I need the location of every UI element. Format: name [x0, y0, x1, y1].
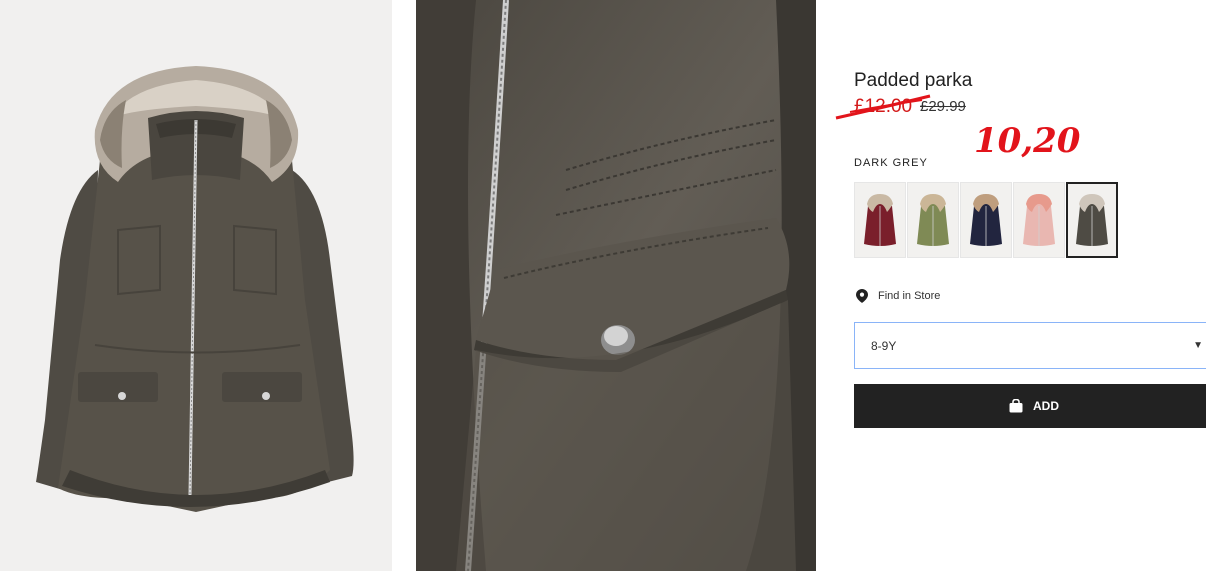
product-image-main[interactable] [0, 0, 392, 571]
color-swatch-light-pink[interactable] [1013, 182, 1065, 258]
color-swatches [854, 182, 1118, 258]
swatch-thumbnail [1076, 194, 1108, 246]
find-in-store-label: Find in Store [878, 290, 941, 302]
swatch-thumbnail [970, 194, 1002, 246]
size-select[interactable]: 8-9Y ▼ [854, 322, 1206, 369]
add-button-label: ADD [1033, 399, 1059, 413]
map-pin-icon [856, 289, 868, 303]
swatch-thumbnail [864, 194, 896, 246]
color-swatch-navy[interactable] [960, 182, 1012, 258]
color-swatch-khaki[interactable] [907, 182, 959, 258]
selected-color-name: DARK GREY [854, 157, 928, 169]
parka-detail-illustration [416, 0, 816, 571]
original-price: £29.99 [920, 98, 966, 115]
size-select-value: 8-9Y [871, 338, 897, 353]
product-title: Padded parka [854, 70, 973, 91]
chevron-down-icon: ▼ [1193, 340, 1203, 351]
color-swatch-burgundy[interactable] [854, 182, 906, 258]
add-to-bag-button[interactable]: ADD [854, 384, 1206, 428]
parka-front-illustration [36, 66, 354, 512]
sale-price: £12.00 [854, 96, 913, 117]
find-in-store-link[interactable]: Find in Store [856, 289, 940, 303]
swatch-thumbnail [917, 194, 949, 246]
product-image-detail[interactable] [416, 0, 816, 571]
product-page: Padded parka £12.00 £29.99 10,20 DARK GR… [0, 0, 1206, 571]
color-swatch-dark-grey[interactable] [1066, 182, 1118, 258]
handwritten-price-annotation: 10,20 [974, 121, 1081, 161]
swatch-thumbnail [1023, 194, 1055, 246]
shopping-bag-icon [1009, 399, 1023, 413]
